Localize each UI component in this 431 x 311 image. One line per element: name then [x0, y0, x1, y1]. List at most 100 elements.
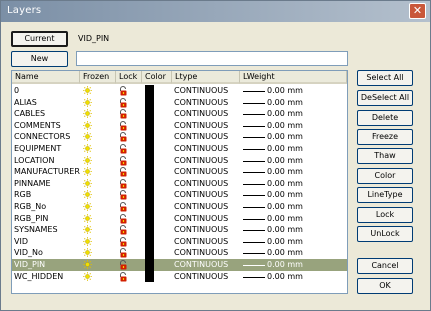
- layer-color-swatch[interactable]: [145, 189, 154, 201]
- layer-row[interactable]: MANUFACTURER CONTINUOUS 0.00 mm: [12, 166, 347, 178]
- column-header-lock[interactable]: Lock: [116, 71, 142, 84]
- layer-color-swatch[interactable]: [145, 119, 154, 132]
- padlock-icon[interactable]: [119, 236, 128, 247]
- layer-color-swatch[interactable]: [145, 85, 154, 97]
- layer-color-swatch[interactable]: [145, 270, 154, 283]
- column-header-ltype[interactable]: Ltype: [172, 71, 240, 84]
- layer-color-swatch[interactable]: [145, 143, 154, 155]
- sun-icon[interactable]: [83, 178, 92, 188]
- layer-row[interactable]: PINNAME CONTINUOUS 0.00 mm: [12, 177, 347, 190]
- layer-row[interactable]: EQUIPMENT CONTINUOUS 0.00 mm: [12, 143, 347, 155]
- layer-row[interactable]: VID_No CONTINUOUS 0.00 mm: [12, 247, 347, 259]
- layer-row[interactable]: SYSNAMES CONTINUOUS 0.00 mm: [12, 224, 347, 236]
- lineweight-line: [243, 241, 265, 243]
- new-button[interactable]: New: [11, 51, 68, 67]
- sun-icon[interactable]: [83, 190, 92, 200]
- layer-linetype: CONTINUOUS: [174, 132, 229, 142]
- padlock-icon[interactable]: [119, 260, 128, 270]
- padlock-icon[interactable]: [119, 225, 128, 235]
- ok-button[interactable]: OK: [357, 278, 413, 294]
- thaw-button[interactable]: Thaw: [357, 148, 413, 164]
- sun-icon[interactable]: [83, 225, 92, 235]
- layer-lineweight: 0.00 mm: [267, 97, 303, 107]
- linetype-button[interactable]: LineType: [357, 187, 413, 203]
- color-button[interactable]: Color: [357, 168, 413, 184]
- padlock-icon[interactable]: [119, 167, 128, 177]
- layer-color-swatch[interactable]: [145, 259, 154, 271]
- layer-row[interactable]: CABLES CONTINUOUS 0.00 mm: [12, 108, 347, 120]
- layer-row[interactable]: RGB_PIN CONTINUOUS 0.00 mm: [12, 212, 347, 225]
- padlock-icon[interactable]: [119, 190, 128, 200]
- layer-color-swatch[interactable]: [145, 247, 154, 259]
- layer-color-swatch[interactable]: [145, 96, 154, 109]
- unlock-button[interactable]: UnLock: [357, 226, 413, 242]
- lock-button[interactable]: Lock: [357, 207, 413, 223]
- layer-color-swatch[interactable]: [145, 131, 154, 143]
- padlock-icon[interactable]: [119, 109, 128, 119]
- layer-linetype: CONTINUOUS: [174, 144, 229, 153]
- sun-icon[interactable]: [83, 271, 92, 281]
- sun-icon[interactable]: [83, 260, 92, 269]
- layer-row[interactable]: CONNECTORS CONTINUOUS 0.00 mm: [12, 131, 347, 143]
- lineweight-line: [243, 207, 265, 208]
- sun-icon[interactable]: [83, 144, 92, 153]
- padlock-icon[interactable]: [119, 248, 128, 258]
- current-button[interactable]: Current: [11, 31, 68, 47]
- layer-color-swatch[interactable]: [145, 212, 154, 225]
- close-button[interactable]: ✕: [409, 3, 426, 19]
- layer-linetype: CONTINUOUS: [174, 248, 229, 258]
- select-all-button[interactable]: Select All: [357, 70, 413, 86]
- layer-color-swatch[interactable]: [145, 235, 154, 248]
- column-header-name[interactable]: Name: [12, 71, 80, 84]
- sun-icon[interactable]: [83, 167, 92, 177]
- new-layer-input[interactable]: [76, 51, 348, 66]
- padlock-icon[interactable]: [119, 213, 128, 224]
- sun-icon[interactable]: [83, 132, 92, 142]
- sun-icon[interactable]: [83, 97, 92, 107]
- padlock-icon[interactable]: [119, 86, 128, 96]
- padlock-icon[interactable]: [119, 155, 128, 166]
- layer-color-swatch[interactable]: [145, 154, 154, 167]
- sun-icon[interactable]: [83, 155, 92, 165]
- layer-row[interactable]: 0 CONTINUOUS 0.00 mm: [12, 85, 347, 97]
- layer-color-swatch[interactable]: [145, 224, 154, 236]
- padlock-icon[interactable]: [119, 97, 128, 108]
- layer-row[interactable]: VID_PIN CONTINUOUS 0.00 mm: [12, 259, 347, 271]
- column-header-frozen[interactable]: Frozen: [80, 71, 116, 84]
- layer-color-swatch[interactable]: [145, 201, 154, 213]
- layer-color-swatch[interactable]: [145, 177, 154, 190]
- sun-icon[interactable]: [83, 236, 92, 246]
- layer-name: ALIAS: [14, 97, 37, 107]
- column-header-lweight[interactable]: LWeight: [240, 71, 347, 84]
- sun-icon[interactable]: [83, 120, 92, 130]
- layer-row[interactable]: WC_HIDDEN CONTINUOUS 0.00 mm: [12, 270, 347, 283]
- sun-icon[interactable]: [83, 248, 92, 258]
- sun-icon[interactable]: [83, 202, 92, 211]
- layer-list[interactable]: Name Frozen Lock Color Ltype LWeight 0 CONTINU…: [11, 70, 348, 294]
- deselect-all-button[interactable]: DeSelect All: [357, 90, 413, 106]
- padlock-icon[interactable]: [119, 120, 128, 131]
- layer-row[interactable]: LOCATION CONTINUOUS 0.00 mm: [12, 154, 347, 167]
- layer-color-swatch[interactable]: [145, 108, 154, 120]
- layer-linetype: CONTINUOUS: [174, 120, 229, 130]
- padlock-icon[interactable]: [119, 144, 128, 154]
- column-header-color[interactable]: Color: [142, 71, 172, 84]
- delete-button[interactable]: Delete: [357, 110, 413, 126]
- layer-row[interactable]: COMMENTS CONTINUOUS 0.00 mm: [12, 119, 347, 132]
- padlock-icon[interactable]: [119, 178, 128, 189]
- sun-icon[interactable]: [83, 86, 92, 95]
- lineweight-line: [243, 218, 265, 220]
- cancel-button[interactable]: Cancel: [357, 258, 413, 274]
- padlock-icon[interactable]: [119, 202, 128, 212]
- lineweight-line: [243, 265, 265, 266]
- layer-color-swatch[interactable]: [145, 166, 154, 178]
- sun-icon[interactable]: [83, 213, 92, 223]
- freeze-button[interactable]: Freeze: [357, 129, 413, 145]
- layer-row[interactable]: RGB CONTINUOUS 0.00 mm: [12, 189, 347, 201]
- padlock-icon[interactable]: [119, 132, 128, 142]
- padlock-icon[interactable]: [119, 271, 128, 282]
- layer-row[interactable]: VID CONTINUOUS 0.00 mm: [12, 235, 347, 248]
- layer-row[interactable]: ALIAS CONTINUOUS 0.00 mm: [12, 96, 347, 109]
- layer-row[interactable]: RGB_No CONTINUOUS 0.00 mm: [12, 201, 347, 213]
- sun-icon[interactable]: [83, 109, 92, 119]
